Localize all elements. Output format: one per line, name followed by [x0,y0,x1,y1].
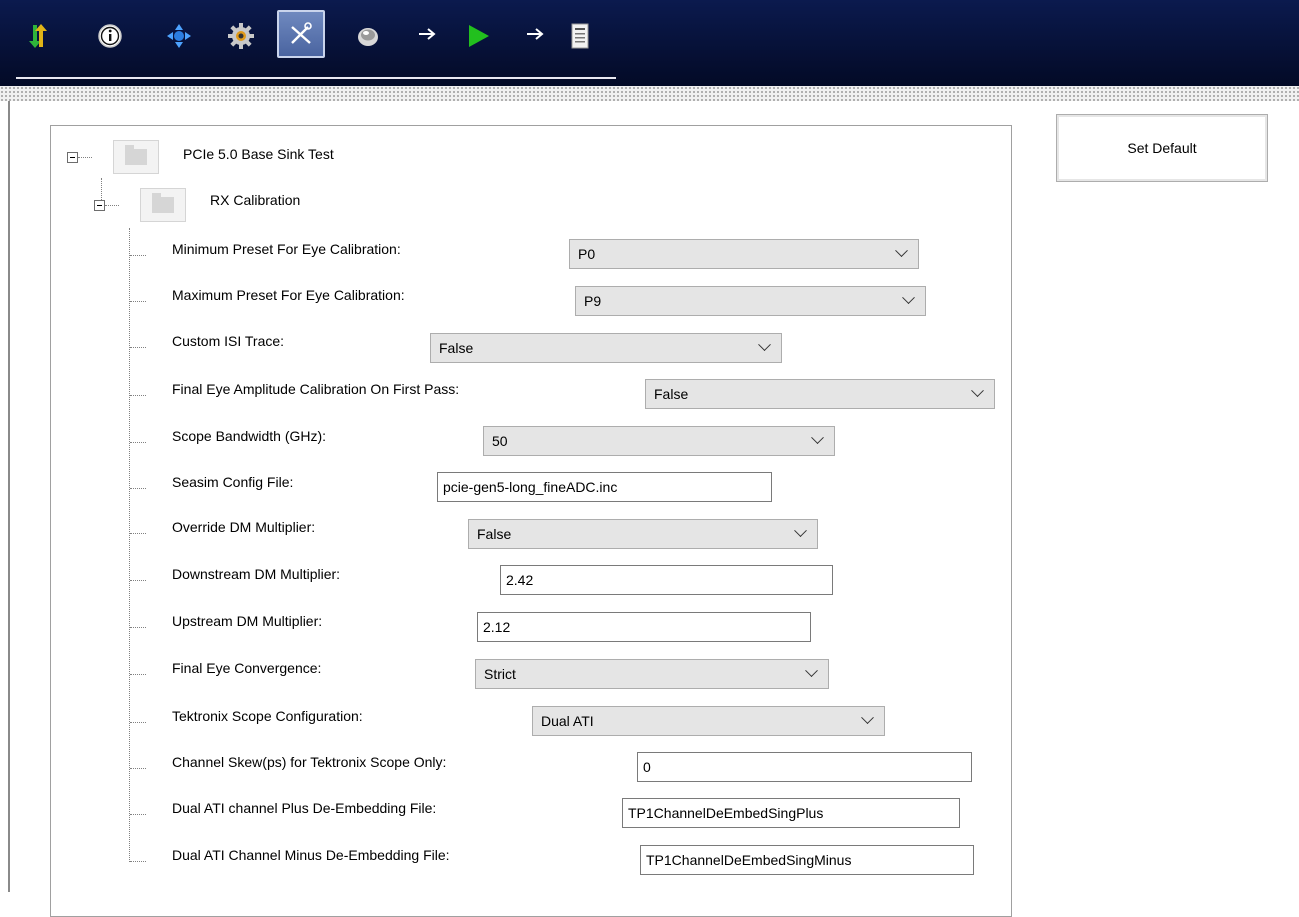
tree-connector [130,814,146,815]
plus-deembed-field[interactable]: TP1ChannelDeEmbedSingPlus [622,798,960,828]
param-label: Tektronix Scope Configuration: [172,708,363,724]
collapse-child-expander[interactable] [94,200,105,211]
final-eye-convergence-select[interactable]: Strict [475,659,829,689]
tree-connector [130,861,146,862]
channel-skew-field[interactable]: 0 [637,752,972,782]
upstream-dm-field[interactable]: 2.12 [477,612,811,642]
tree-connector [130,395,146,396]
param-label: Custom ISI Trace: [172,333,285,349]
tree-connector [130,533,146,534]
param-label: Upstream DM Multiplier: [172,613,323,629]
chevron-down-icon [794,524,807,538]
chevron-down-icon [758,338,771,352]
report-icon[interactable] [558,14,602,58]
downstream-dm-field[interactable]: 2.42 [500,565,833,595]
param-label: Dual ATI Channel Minus De-Embedding File… [172,847,450,863]
final-eye-amplitude-select[interactable]: False [645,379,995,409]
folder-icon [140,188,186,222]
param-label: Maximum Preset For Eye Calibration: [172,287,405,303]
param-label: Seasim Config File: [172,474,294,490]
max-preset-select[interactable]: P9 [575,286,926,316]
tree-connector [130,301,146,302]
param-label: Override DM Multiplier: [172,519,316,535]
tree-connector [130,722,146,723]
minus-deembed-field[interactable]: TP1ChannelDeEmbedSingMinus [640,845,974,875]
tree-connector [130,674,146,675]
min-preset-select[interactable]: P0 [569,239,919,269]
tree-connector [129,228,130,862]
collapse-root-expander[interactable] [67,152,78,163]
chevron-down-icon [811,431,824,445]
tree-connector [130,488,146,489]
tree-connector [130,580,146,581]
param-label: Channel Skew(ps) for Tektronix Scope Onl… [172,754,447,770]
param-label: Final Eye Amplitude Calibration On First… [172,381,460,397]
child-node-label[interactable]: RX Calibration [210,192,300,208]
tree-connector [78,157,92,158]
chevron-down-icon [805,664,818,678]
param-label: Scope Bandwidth (GHz): [172,428,327,444]
param-label: Minimum Preset For Eye Calibration: [172,241,401,257]
folder-icon [113,140,159,174]
chevron-down-icon [902,291,915,305]
arrow-icon [527,28,544,40]
transfer-arrows-icon[interactable] [16,14,60,58]
root-node-label[interactable]: PCIe 5.0 Base Sink Test [183,146,334,162]
param-label: Final Eye Convergence: [172,660,322,676]
tree-connector [130,627,146,628]
tools-icon[interactable] [277,10,325,58]
gear-icon[interactable] [219,14,263,58]
seasim-config-field[interactable]: pcie-gen5-long_fineADC.inc [437,472,772,502]
arrow-icon [419,28,436,40]
tree-connector [130,255,146,256]
record-icon[interactable] [346,14,390,58]
dotted-separator [0,86,1299,101]
toolbar-underline [16,77,616,79]
toolbar [0,0,1299,86]
param-label: Downstream DM Multiplier: [172,566,341,582]
override-dm-select[interactable]: False [468,519,818,549]
info-icon[interactable] [88,14,132,58]
connect-icon[interactable] [157,14,201,58]
left-border [8,101,10,892]
custom-isi-select[interactable]: False [430,333,782,363]
run-icon[interactable] [456,14,500,58]
tree-connector [130,442,146,443]
chevron-down-icon [861,711,874,725]
set-default-button[interactable]: Set Default [1056,114,1268,182]
chevron-down-icon [895,244,908,258]
tree-connector [101,178,102,200]
chevron-down-icon [971,384,984,398]
scope-bandwidth-select[interactable]: 50 [483,426,835,456]
tree-connector [130,347,146,348]
param-label: Dual ATI channel Plus De-Embedding File: [172,800,437,816]
tektronix-config-select[interactable]: Dual ATI [532,706,885,736]
tree-connector [130,768,146,769]
tree-connector [105,205,119,206]
